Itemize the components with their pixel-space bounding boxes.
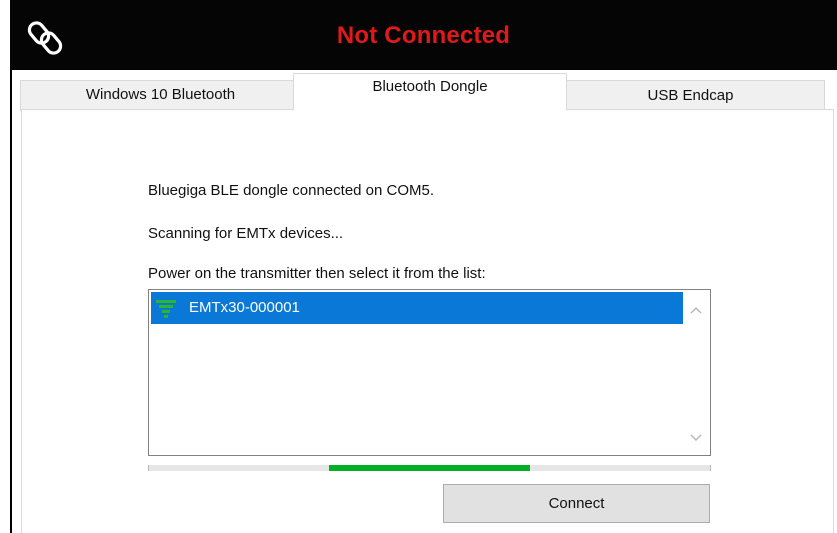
chevron-down-icon[interactable]	[689, 430, 703, 444]
dongle-status-text: Bluegiga BLE dongle connected on COM5.	[148, 182, 435, 199]
scan-status-text: Scanning for EMTx devices...	[148, 225, 344, 242]
chevron-up-icon[interactable]	[689, 304, 703, 318]
list-item[interactable]: EMTx30-000001	[151, 292, 683, 324]
window-border	[10, 70, 12, 533]
tab-usb-endcap[interactable]: USB Endcap	[556, 80, 825, 111]
scan-progress-bar	[148, 465, 711, 471]
connection-status-title: Not Connected	[336, 22, 511, 49]
title-bar: Not Connected	[10, 0, 837, 70]
connect-button[interactable]: Connect	[443, 484, 710, 523]
device-name: EMTx30-000001	[189, 299, 300, 316]
device-list[interactable]: EMTx30-000001	[148, 289, 711, 456]
signal-strength-icon	[156, 300, 176, 318]
tab-bluetooth-dongle[interactable]: Bluetooth Dongle	[293, 73, 567, 111]
list-scrollbar[interactable]	[683, 290, 710, 455]
progress-fill	[328, 465, 531, 471]
tab-strip: Windows 10 Bluetooth USB Endcap Bluetoot…	[12, 70, 837, 111]
instruction-text: Power on the transmitter then select it …	[148, 265, 486, 282]
tab-windows-10-bluetooth[interactable]: Windows 10 Bluetooth	[20, 80, 301, 111]
